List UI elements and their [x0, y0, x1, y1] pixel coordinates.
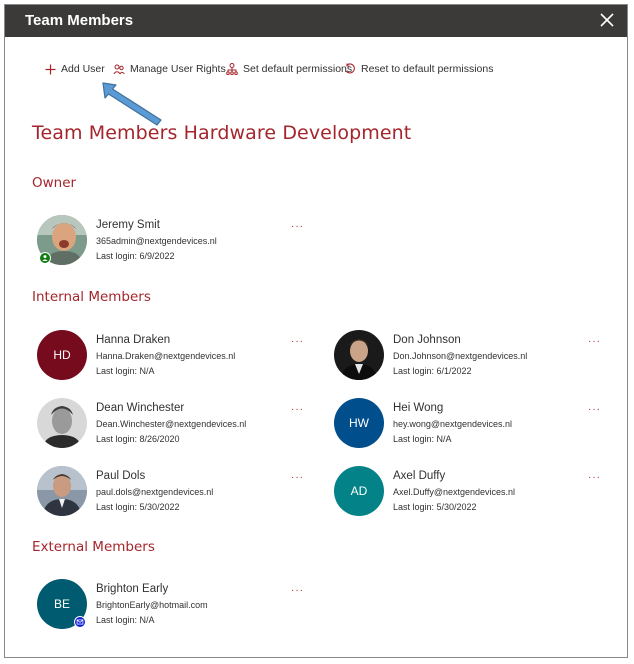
photo-paul-dols: [37, 466, 87, 516]
member-name: Jeremy Smit: [96, 219, 160, 231]
member-email: Don.Johnson@nextgendevices.nl: [393, 351, 528, 361]
member-last-login: Last login: 6/9/2022: [96, 251, 175, 261]
member-name: Hanna Draken: [96, 334, 171, 346]
owner-section-title: Owner: [32, 175, 77, 191]
manage-user-rights-label: Manage User Rights: [130, 63, 226, 75]
member-email: paul.dols@nextgendevices.nl: [96, 487, 214, 497]
member-email: 365admin@nextgendevices.nl: [96, 236, 217, 246]
member-email: Dean.Winchester@nextgendevices.nl: [96, 419, 247, 429]
avatar-initials: AD: [350, 484, 368, 498]
member-last-login: Last login: 5/30/2022: [393, 502, 477, 512]
member-last-login: Last login: N/A: [96, 615, 155, 625]
member-email: BrightonEarly@hotmail.com: [96, 600, 208, 610]
photo-don-johnson: [334, 330, 384, 380]
avatar[interactable]: AD: [334, 466, 384, 516]
set-default-permissions-button[interactable]: Set default permissions: [226, 63, 352, 75]
member-email: hey.wong@nextgendevices.nl: [393, 419, 513, 429]
external-members-section-title: External Members: [32, 539, 155, 555]
member-last-login: Last login: 8/26/2020: [96, 434, 180, 444]
people-icon: [113, 64, 125, 75]
dialog-title: Team Members: [25, 12, 134, 29]
member-last-login: Last login: N/A: [96, 366, 155, 376]
avatar[interactable]: [37, 398, 87, 448]
page-title: Team Members Hardware Development: [32, 122, 412, 144]
member-name: Axel Duffy: [393, 470, 446, 482]
member-last-login: Last login: N/A: [393, 434, 452, 444]
more-actions-button[interactable]: ···: [588, 336, 601, 347]
more-actions-button[interactable]: ···: [291, 472, 304, 483]
member-card: AD Axel Duffy Axel.Duffy@nextgendevices.…: [334, 466, 604, 516]
team-members-dialog: Team Members Add User Manage User Rights: [4, 4, 628, 658]
dialog-titlebar: Team Members: [5, 5, 627, 37]
undo-icon: [345, 63, 355, 74]
member-name: Paul Dols: [96, 470, 146, 482]
internal-members-section-title: Internal Members: [32, 289, 151, 305]
more-actions-button[interactable]: ···: [291, 336, 304, 347]
member-card: Don Johnson Don.Johnson@nextgendevices.n…: [334, 330, 604, 380]
add-user-button[interactable]: Add User: [45, 63, 105, 75]
set-default-permissions-label: Set default permissions: [243, 63, 353, 75]
more-actions-button[interactable]: ···: [291, 404, 304, 415]
member-last-login: Last login: 5/30/2022: [96, 502, 180, 512]
member-card: Paul Dols paul.dols@nextgendevices.nl La…: [37, 466, 307, 516]
avatar-initials: HW: [349, 416, 369, 430]
member-name: Brighton Early: [96, 583, 169, 595]
callout-arrow: [102, 82, 162, 126]
photo-dean-winchester: [37, 398, 87, 448]
more-actions-button[interactable]: ···: [588, 472, 601, 483]
org-chart-icon: [226, 63, 238, 75]
member-card: HW Hei Wong hey.wong@nextgendevices.nl L…: [334, 398, 604, 448]
close-icon[interactable]: [597, 10, 617, 30]
avatar[interactable]: HD: [37, 330, 87, 380]
reset-default-permissions-label: Reset to default permissions: [361, 63, 494, 75]
more-actions-button[interactable]: ···: [588, 404, 601, 415]
member-card-owner: Jeremy Smit 365admin@nextgendevices.nl L…: [37, 215, 307, 265]
more-actions-button[interactable]: ···: [291, 585, 304, 596]
avatar[interactable]: [37, 466, 87, 516]
plus-icon: [45, 64, 56, 74]
member-card: Dean Winchester Dean.Winchester@nextgend…: [37, 398, 307, 448]
member-card: HD Hanna Draken Hanna.Draken@nextgendevi…: [37, 330, 307, 380]
mail-icon: [74, 616, 86, 628]
avatar[interactable]: HW: [334, 398, 384, 448]
more-actions-button[interactable]: ···: [291, 221, 304, 232]
member-name: Dean Winchester: [96, 402, 185, 414]
member-name: Hei Wong: [393, 402, 444, 414]
avatar[interactable]: [334, 330, 384, 380]
member-email: Hanna.Draken@nextgendevices.nl: [96, 351, 236, 361]
avatar-initials: BE: [53, 597, 70, 611]
avatar-initials: HD: [53, 348, 71, 362]
manage-user-rights-button[interactable]: Manage User Rights: [113, 63, 226, 75]
add-user-label: Add User: [61, 63, 105, 75]
member-last-login: Last login: 6/1/2022: [393, 366, 472, 376]
member-name: Don Johnson: [393, 334, 461, 346]
owner-badge-icon: [39, 252, 51, 264]
member-card-external: BE Brighton Early BrightonEarly@hotmail.…: [37, 579, 307, 629]
reset-default-permissions-button[interactable]: Reset to default permissions: [344, 63, 493, 75]
member-email: Axel.Duffy@nextgendevices.nl: [393, 487, 516, 497]
